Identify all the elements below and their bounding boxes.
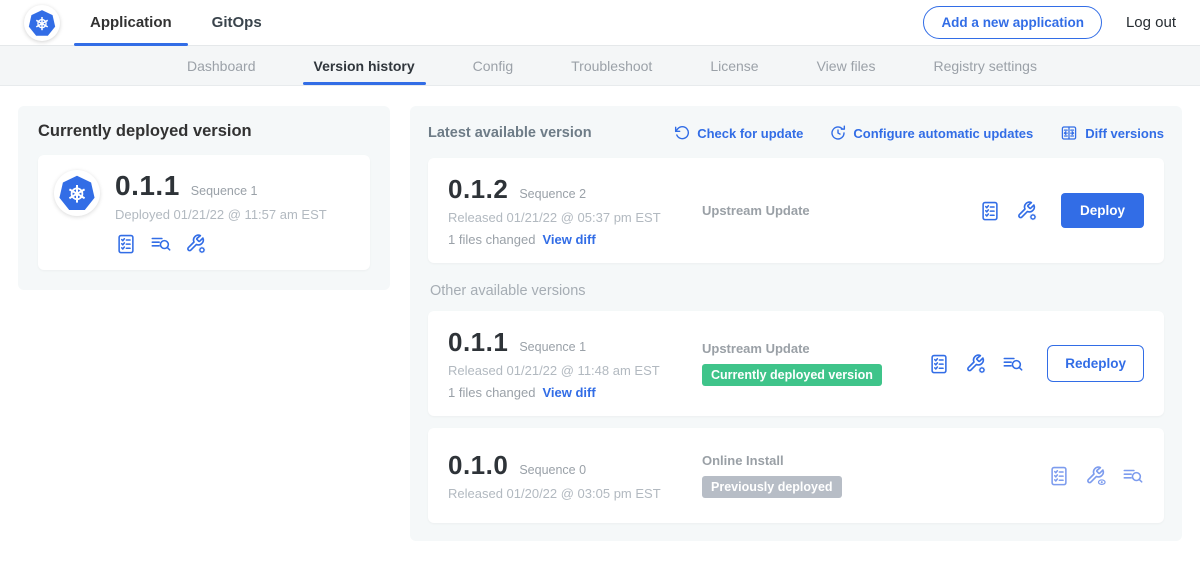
logout-button[interactable]: Log out: [1126, 14, 1176, 31]
version-card-0-1-2: 0.1.2 Sequence 2 Released 01/21/22 @ 05:…: [428, 158, 1164, 263]
add-application-button[interactable]: Add a new application: [923, 6, 1102, 39]
sequence-label: Sequence 2: [519, 187, 586, 201]
files-changed-label: 1 files changed: [448, 232, 535, 247]
diff-versions-link[interactable]: Diff versions: [1060, 124, 1164, 142]
preflight-checklist-icon[interactable]: [928, 353, 950, 375]
sequence-label: Sequence 1: [519, 340, 586, 354]
check-for-update-label: Check for update: [697, 126, 803, 141]
version-number: 0.1.1: [448, 327, 508, 358]
app-kubernetes-logo-icon: [54, 170, 100, 216]
version-source-label: Upstream Update: [702, 203, 810, 218]
wrench-gear-icon[interactable]: [1016, 200, 1038, 222]
currently-deployed-badge: Currently deployed version: [702, 364, 882, 386]
tab-view-files[interactable]: View files: [788, 46, 905, 85]
version-source-label: Upstream Update: [702, 341, 810, 356]
diff-versions-label: Diff versions: [1085, 126, 1164, 141]
configure-automatic-updates-label: Configure automatic updates: [853, 126, 1033, 141]
currently-deployed-panel: Currently deployed version 0.1.1 Sequenc…: [18, 106, 390, 290]
tab-version-history[interactable]: Version history: [285, 46, 444, 85]
latest-available-title: Latest available version: [428, 125, 592, 141]
previously-deployed-badge: Previously deployed: [702, 476, 842, 498]
app-subnav: Dashboard Version history Config Trouble…: [0, 46, 1200, 86]
view-logs-icon[interactable]: [150, 233, 172, 255]
view-logs-icon[interactable]: [1122, 465, 1144, 487]
redeploy-button[interactable]: Redeploy: [1047, 345, 1144, 382]
available-versions-panel: Latest available version Check for updat…: [410, 106, 1182, 541]
deployed-version-card: 0.1.1 Sequence 1 Deployed 01/21/22 @ 11:…: [38, 155, 370, 270]
files-changed-label: 1 files changed: [448, 385, 535, 400]
version-number: 0.1.0: [448, 450, 508, 481]
released-timestamp: Released 01/21/22 @ 11:48 am EST: [448, 363, 680, 378]
preflight-checklist-icon[interactable]: [115, 233, 137, 255]
header-tab-gitops[interactable]: GitOps: [212, 0, 262, 46]
wrench-gear-icon[interactable]: [965, 353, 987, 375]
wrench-gear-icon[interactable]: [185, 233, 207, 255]
version-card-0-1-0: 0.1.0 Sequence 0 Released 01/20/22 @ 03:…: [428, 428, 1164, 523]
view-diff-link[interactable]: View diff: [542, 385, 595, 400]
clock-refresh-icon: [830, 125, 846, 141]
deployed-panel-title: Currently deployed version: [38, 122, 370, 141]
app-header: Application GitOps Add a new application…: [0, 0, 1200, 46]
tab-license[interactable]: License: [681, 46, 787, 85]
tab-registry-settings[interactable]: Registry settings: [904, 46, 1065, 85]
version-card-0-1-1: 0.1.1 Sequence 1 Released 01/21/22 @ 11:…: [428, 311, 1164, 416]
tab-dashboard[interactable]: Dashboard: [158, 46, 285, 85]
configure-automatic-updates-link[interactable]: Configure automatic updates: [830, 125, 1033, 141]
preflight-checklist-icon[interactable]: [1048, 465, 1070, 487]
deployed-sequence-label: Sequence 1: [191, 184, 258, 198]
deployed-version-number: 0.1.1: [115, 170, 180, 202]
deployed-timestamp: Deployed 01/21/22 @ 11:57 am EST: [115, 207, 327, 222]
header-tab-application[interactable]: Application: [90, 0, 172, 46]
refresh-icon: [674, 125, 690, 141]
sequence-label: Sequence 0: [519, 463, 586, 477]
deploy-button[interactable]: Deploy: [1061, 193, 1144, 228]
tab-troubleshoot[interactable]: Troubleshoot: [542, 46, 681, 85]
wrench-eye-icon[interactable]: [1085, 465, 1107, 487]
other-available-versions-title: Other available versions: [430, 283, 1162, 299]
version-number: 0.1.2: [448, 174, 508, 205]
version-source-label: Online Install: [702, 453, 784, 468]
preflight-checklist-icon[interactable]: [979, 200, 1001, 222]
view-diff-link[interactable]: View diff: [542, 232, 595, 247]
view-logs-icon[interactable]: [1002, 353, 1024, 375]
check-for-update-link[interactable]: Check for update: [674, 125, 803, 141]
released-timestamp: Released 01/21/22 @ 05:37 pm EST: [448, 210, 680, 225]
diff-columns-icon: [1060, 124, 1078, 142]
tab-config[interactable]: Config: [444, 46, 542, 85]
kubernetes-logo-icon: [24, 5, 60, 41]
released-timestamp: Released 01/20/22 @ 03:05 pm EST: [448, 486, 680, 501]
